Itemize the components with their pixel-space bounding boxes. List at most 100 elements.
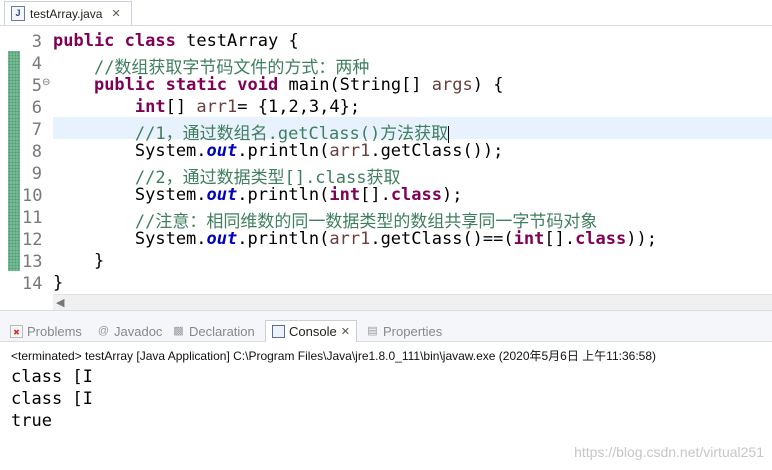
change-marker (8, 51, 20, 73)
code-line[interactable]: 12 System.out.println(arr1.getClass()==(… (0, 227, 772, 250)
keyword-token: void (237, 75, 279, 95)
change-marker (8, 249, 20, 271)
javadoc-icon: @ (97, 324, 110, 337)
variable-token: arr1 (196, 97, 238, 117)
java-file-icon: J (11, 6, 25, 21)
close-icon[interactable]: ✕ (111, 7, 120, 20)
change-marker (8, 117, 20, 139)
line-number: 14 (22, 274, 43, 294)
code-token: )); (626, 229, 657, 249)
line-number: 3 (31, 32, 42, 52)
line-number: 4 (31, 54, 42, 74)
watermark: https://blog.csdn.net/virtual251 (574, 444, 764, 460)
code-line[interactable]: 7 //1，通过数组名.getClass()方法获取 (0, 117, 772, 144)
keyword-token: class (124, 31, 176, 51)
code-line[interactable]: 5 ⊖ public static void main(String[] args… (0, 73, 772, 96)
change-marker (8, 73, 20, 95)
code-token: .getClass()==( (370, 229, 514, 249)
console-icon (272, 325, 285, 338)
code-text: public class testArray { (53, 31, 299, 51)
field-token: out (206, 141, 238, 161)
problems-icon: ✖ (10, 324, 23, 338)
keyword-token: int (329, 185, 361, 205)
views-tab-bar: ✖ Problems @ Javadoc ▩ Declaration Conso… (0, 318, 772, 342)
close-icon[interactable]: ✕ (341, 325, 350, 338)
code-token: } (53, 251, 105, 271)
line-number: 12 (22, 230, 43, 250)
code-line[interactable]: 13 } (0, 249, 772, 272)
change-marker (8, 161, 20, 183)
field-token: out (206, 229, 238, 249)
console-output[interactable]: class [I class [I true (11, 366, 93, 432)
code-token: .getClass()); (370, 141, 504, 161)
tab-console-label: Console (289, 324, 337, 339)
code-line[interactable]: 9 //2，通过数据类型[].class获取 (0, 161, 772, 188)
code-line[interactable]: 8 System.out.println(arr1.getClass()); (0, 139, 772, 162)
code-line[interactable]: 4 //数组获取字节码文件的方式：两种 (0, 51, 772, 78)
code-token: System. (53, 185, 207, 205)
declaration-icon: ▩ (173, 324, 184, 337)
line-number: 7 (31, 120, 42, 140)
code-token: .println( (237, 229, 330, 249)
fold-toggle-icon[interactable]: ⊖ (42, 77, 50, 88)
tab-console[interactable]: Console ✕ (265, 320, 357, 342)
console-output-line: class [I (11, 367, 93, 387)
code-editor[interactable]: 3 public class testArray {4 //数组获取字节码文件的方… (0, 26, 772, 294)
tab-properties[interactable]: ▤ Properties (366, 321, 442, 341)
editor-tab-label: testArray.java (30, 6, 103, 21)
code-line[interactable]: 6 int[] arr1= {1,2,3,4}; (0, 95, 772, 118)
keyword-token: class (575, 229, 627, 249)
code-line[interactable]: 3 public class testArray { (0, 29, 772, 52)
code-token: ); (442, 185, 463, 205)
code-token: System. (53, 229, 207, 249)
change-marker (8, 183, 20, 205)
line-number: 6 (31, 98, 42, 118)
code-line[interactable]: 14} (0, 271, 772, 294)
line-number: 10 (22, 186, 43, 206)
code-text: } (53, 273, 63, 293)
tab-problems[interactable]: ✖ Problems (10, 321, 82, 341)
change-marker (8, 95, 20, 117)
code-text: System.out.println(arr1.getClass()); (53, 141, 504, 161)
line-number: 8 (31, 142, 42, 162)
change-marker (8, 139, 20, 161)
views-separator (0, 310, 772, 318)
horizontal-scrollbar[interactable]: ◀ (53, 294, 772, 310)
code-text: System.out.println(arr1.getClass()==(int… (53, 229, 657, 249)
code-token: main(String[] (278, 75, 432, 95)
keyword-token: class (390, 185, 442, 205)
tab-javadoc[interactable]: @ Javadoc (97, 321, 163, 341)
keyword-token: int (134, 97, 166, 117)
keyword-token: public (93, 75, 156, 95)
code-token: System. (53, 141, 207, 161)
variable-token: arr1 (329, 229, 371, 249)
code-token: []. (360, 185, 391, 205)
code-token: []. (544, 229, 576, 249)
scroll-left-icon[interactable]: ◀ (56, 296, 64, 309)
line-number: 13 (22, 252, 43, 272)
field-token: out (206, 185, 238, 205)
code-token: testArray { (175, 31, 299, 51)
code-line[interactable]: 11 //注意：相同维数的同一数据类型的数组共享同一字节码对象 (0, 205, 772, 232)
tab-declaration[interactable]: ▩ Declaration (172, 321, 255, 341)
editor-tab-testarray[interactable]: J testArray.java ✕ (4, 1, 132, 25)
tab-declaration-label: Declaration (189, 323, 255, 339)
tab-problems-label: Problems (27, 323, 82, 339)
console-output-line: true (11, 411, 52, 431)
change-marker (8, 227, 20, 249)
properties-icon: ▤ (367, 324, 378, 337)
variable-token: arr1 (329, 141, 371, 161)
code-text: public static void main(String[] args) { (53, 75, 504, 95)
code-token: ) { (472, 75, 504, 95)
code-token: .println( (237, 141, 330, 161)
code-token: [] (165, 97, 197, 117)
code-line[interactable]: 10 System.out.println(int[].class); (0, 183, 772, 206)
code-token: = {1,2,3,4}; (237, 97, 361, 117)
console-output-line: class [I (11, 389, 93, 409)
tab-javadoc-label: Javadoc (114, 323, 163, 339)
code-text: } (53, 251, 104, 271)
